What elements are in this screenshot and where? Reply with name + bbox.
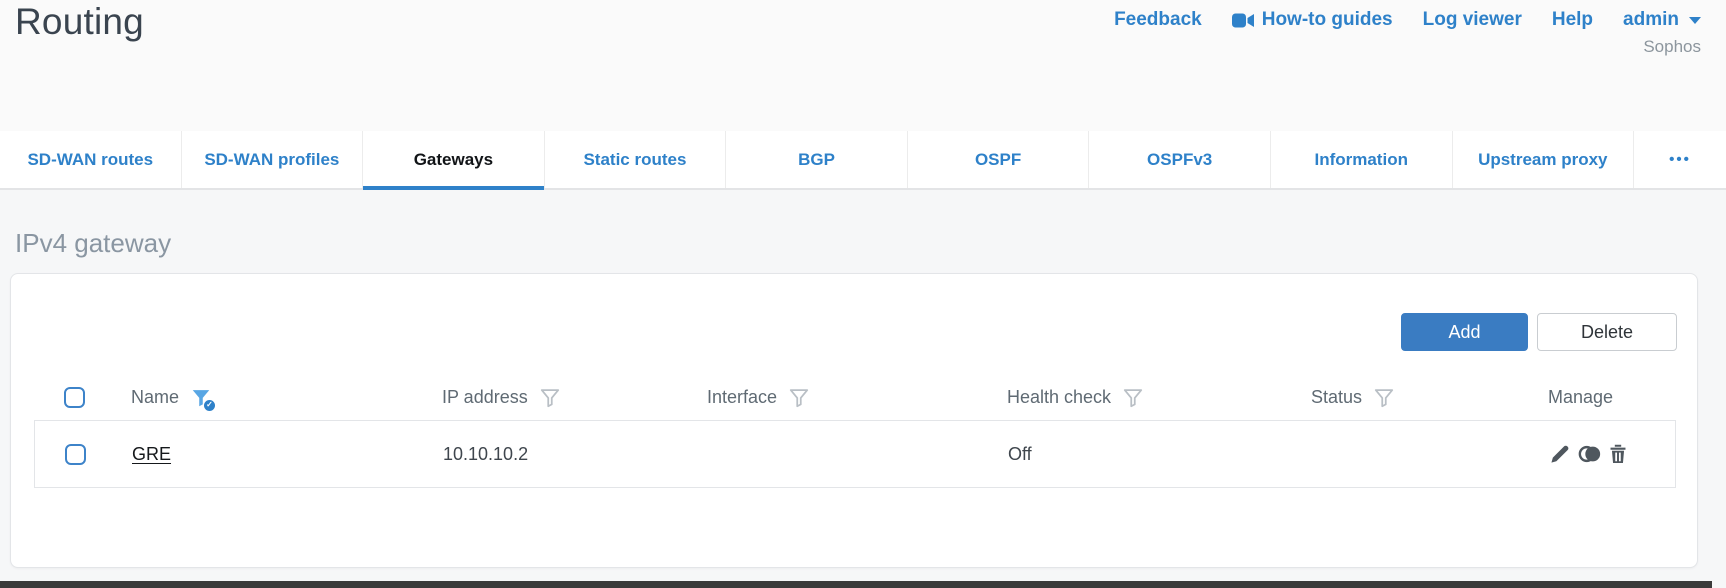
video-camera-icon bbox=[1231, 13, 1254, 28]
filter-icon-status[interactable] bbox=[1373, 387, 1395, 409]
how-to-guides-link[interactable]: How-to guides bbox=[1231, 9, 1393, 31]
delete-button[interactable]: Delete bbox=[1537, 313, 1677, 351]
page-header: Routing Feedback How-to guides Log viewe… bbox=[0, 0, 1726, 131]
tab-ospf[interactable]: OSPF bbox=[908, 131, 1090, 188]
log-viewer-label: Log viewer bbox=[1422, 9, 1522, 30]
clone-icon[interactable] bbox=[1578, 443, 1601, 465]
health-check-cell: Off bbox=[1008, 443, 1032, 464]
help-label: Help bbox=[1551, 9, 1594, 30]
tab-upstream-proxy[interactable]: Upstream proxy bbox=[1453, 131, 1635, 188]
more-tabs-icon: ••• bbox=[1669, 151, 1691, 168]
feedback-link[interactable]: Feedback bbox=[1114, 9, 1202, 31]
filter-icon-interface[interactable] bbox=[788, 387, 810, 409]
filter-active-check-icon: ✓ bbox=[203, 398, 217, 412]
admin-label: admin bbox=[1623, 9, 1679, 30]
tab-label: Upstream proxy bbox=[1478, 149, 1608, 169]
edit-icon[interactable] bbox=[1549, 443, 1571, 465]
column-label-name: Name bbox=[131, 387, 180, 407]
section-heading: IPv4 gateway bbox=[15, 228, 172, 258]
content-area: IPv4 gateway Add Delete Name ✓ IP addres… bbox=[0, 190, 1726, 588]
table-header-row: Name ✓ IP address Interface Health check… bbox=[34, 375, 1676, 420]
top-nav: Feedback How-to guides Log viewer Help a… bbox=[1114, 9, 1701, 31]
select-all-checkbox[interactable] bbox=[64, 387, 85, 408]
manage-cell bbox=[1549, 443, 1675, 465]
admin-menu[interactable]: admin bbox=[1623, 9, 1701, 31]
tab-ospfv3[interactable]: OSPFv3 bbox=[1089, 131, 1271, 188]
tab-information[interactable]: Information bbox=[1271, 131, 1453, 188]
tab-bar: SD-WAN routes SD-WAN profiles Gateways S… bbox=[0, 131, 1726, 190]
tab-sd-wan-profiles[interactable]: SD-WAN profiles bbox=[182, 131, 364, 188]
tab-label: OSPF bbox=[974, 149, 1022, 169]
log-viewer-link[interactable]: Log viewer bbox=[1423, 9, 1522, 31]
how-to-guides-label: How-to guides bbox=[1261, 9, 1393, 30]
help-link[interactable]: Help bbox=[1552, 9, 1593, 31]
gateway-name-link[interactable]: GRE bbox=[132, 444, 171, 464]
column-label-interface: Interface bbox=[707, 387, 778, 407]
tab-label: Information bbox=[1314, 149, 1408, 169]
filter-icon-ip-address[interactable] bbox=[539, 387, 561, 409]
page-title: Routing bbox=[15, 1, 144, 42]
column-label-status: Status bbox=[1311, 387, 1363, 407]
caret-down-icon bbox=[1689, 16, 1701, 24]
tab-label: Gateways bbox=[413, 149, 494, 169]
delete-icon[interactable] bbox=[1607, 443, 1629, 465]
table-row: GRE 10.10.10.2 Off bbox=[34, 420, 1676, 488]
tab-sd-wan-routes[interactable]: SD-WAN routes bbox=[0, 131, 182, 188]
column-label-ip-address: IP address bbox=[442, 387, 528, 407]
filter-icon-health-check[interactable] bbox=[1122, 387, 1144, 409]
table-toolbar: Add Delete bbox=[1401, 313, 1677, 351]
gateway-table-card: Add Delete Name ✓ IP address Interface H… bbox=[10, 273, 1698, 568]
column-label-health-check: Health check bbox=[1007, 387, 1112, 407]
tab-label: Static routes bbox=[583, 149, 687, 169]
column-label-manage: Manage bbox=[1548, 387, 1614, 407]
tab-label: OSPFv3 bbox=[1147, 149, 1213, 169]
brand-label: Sophos bbox=[1643, 37, 1701, 56]
row-checkbox[interactable] bbox=[65, 443, 86, 465]
tab-label: SD-WAN routes bbox=[27, 149, 154, 169]
tab-gateways[interactable]: Gateways bbox=[363, 131, 545, 190]
add-button[interactable]: Add bbox=[1401, 313, 1528, 351]
tab-bgp[interactable]: BGP bbox=[726, 131, 908, 188]
tab-label: BGP bbox=[798, 149, 835, 169]
tab-label: SD-WAN profiles bbox=[204, 149, 340, 169]
window-bottom-edge bbox=[0, 581, 1712, 588]
tab-static-routes[interactable]: Static routes bbox=[545, 131, 727, 188]
ip-address-cell: 10.10.10.2 bbox=[443, 443, 529, 464]
filter-icon-name[interactable]: ✓ bbox=[190, 387, 217, 412]
tab-more[interactable]: ••• bbox=[1634, 131, 1726, 188]
feedback-label: Feedback bbox=[1114, 9, 1202, 30]
